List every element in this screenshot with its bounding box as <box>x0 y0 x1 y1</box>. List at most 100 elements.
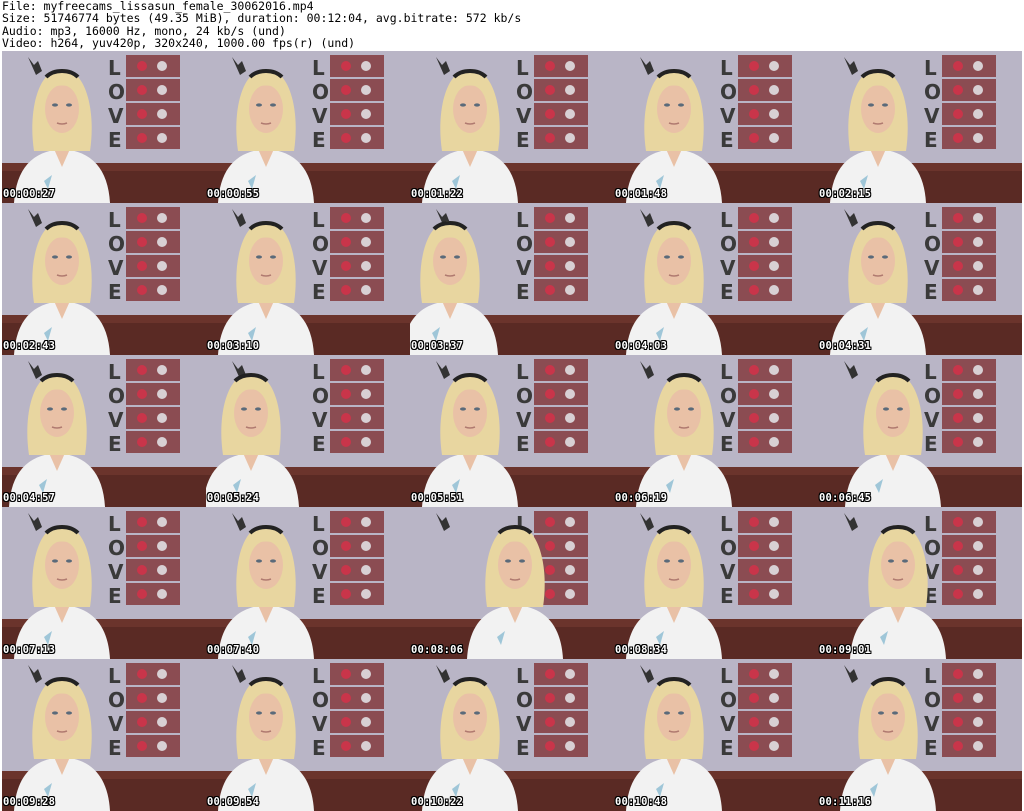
wall-letter-o: O <box>720 80 737 104</box>
wall-letter-v: V <box>516 256 532 280</box>
video-thumbnail: L O V E <box>818 203 1022 355</box>
video-thumbnail: L O V E <box>818 51 1022 203</box>
wall-letter-o: O <box>312 536 329 560</box>
wall-letter-o: O <box>924 688 941 712</box>
webcam-frame-image: L O V E <box>614 659 818 811</box>
thumbnail-timestamp: 00:09:54 <box>207 796 260 808</box>
video-thumbnail: L O V E <box>410 51 614 203</box>
wall-letter-l: L <box>720 512 733 536</box>
wall-letter-v: V <box>720 104 736 128</box>
webcam-frame-image: L O V E <box>206 51 410 203</box>
video-thumbnail: L O V E <box>614 659 818 811</box>
wall-letter-l: L <box>720 56 733 80</box>
wall-letter-o: O <box>108 536 125 560</box>
wall-letter-e: E <box>312 432 326 456</box>
thumbnail-timestamp: 00:09:28 <box>3 796 56 808</box>
webcam-frame-image: L O V E <box>818 51 1022 203</box>
wall-letter-v: V <box>720 256 736 280</box>
wall-letter-o: O <box>516 80 533 104</box>
wall-letter-l: L <box>312 208 325 232</box>
webcam-frame-image: L O V E <box>818 659 1022 811</box>
webcam-frame-image: L O V E <box>410 203 614 355</box>
wall-letter-l: L <box>924 360 937 384</box>
wall-letter-v: V <box>720 408 736 432</box>
wall-letter-v: V <box>924 256 940 280</box>
wall-letter-o: O <box>720 688 737 712</box>
wall-letter-o: O <box>720 536 737 560</box>
wall-letter-o: O <box>924 384 941 408</box>
wall-letter-v: V <box>108 104 124 128</box>
thumbnail-timestamp: 00:07:13 <box>3 644 56 656</box>
video-info-line: Video: h264, yuv420p, 320x240, 1000.00 f… <box>2 36 356 51</box>
wall-letter-l: L <box>720 208 733 232</box>
wall-letter-e: E <box>108 280 122 304</box>
file-info-header: File: myfreecams_lissasun_female_3006201… <box>2 0 521 50</box>
thumbnail-timestamp: 00:04:03 <box>615 340 668 352</box>
wall-letter-l: L <box>924 664 937 688</box>
wall-letter-e: E <box>720 584 734 608</box>
wall-letter-e: E <box>312 280 326 304</box>
video-thumbnail: L O V E <box>206 355 410 507</box>
thumbnail-timestamp: 00:05:24 <box>207 492 260 504</box>
thumbnail-timestamp: 00:10:48 <box>615 796 668 808</box>
thumbnail-timestamp: 00:01:48 <box>615 188 668 200</box>
wall-letter-e: E <box>516 128 530 152</box>
webcam-frame-image: L O V E <box>410 51 614 203</box>
wall-letter-o: O <box>516 688 533 712</box>
wall-letter-e: E <box>924 432 938 456</box>
webcam-frame-image: L O V E <box>410 355 614 507</box>
video-thumbnail: L O V E <box>2 203 206 355</box>
wall-letter-v: V <box>312 256 328 280</box>
wall-letter-e: E <box>720 736 734 760</box>
thumbnail-timestamp: 00:06:45 <box>819 492 872 504</box>
video-thumbnail: L O V E <box>410 507 614 659</box>
thumbnail-timestamp: 00:08:06 <box>411 644 464 656</box>
wall-letter-e: E <box>108 736 122 760</box>
wall-letter-e: E <box>924 128 938 152</box>
thumbnail-timestamp: 00:02:15 <box>819 188 872 200</box>
wall-letter-l: L <box>312 512 325 536</box>
wall-letter-l: L <box>924 208 937 232</box>
video-thumbnail: L O V E <box>410 203 614 355</box>
video-thumbnail: L O V E <box>410 355 614 507</box>
wall-letter-l: L <box>108 512 121 536</box>
wall-letter-o: O <box>312 80 329 104</box>
wall-letter-e: E <box>312 584 326 608</box>
wall-letter-e: E <box>108 128 122 152</box>
webcam-frame-image: L O V E <box>818 507 1022 659</box>
webcam-frame-image: L O V E <box>2 203 206 355</box>
wall-letter-e: E <box>720 280 734 304</box>
video-thumbnail: L O V E <box>206 51 410 203</box>
thumbnail-timestamp: 00:02:43 <box>3 340 56 352</box>
wall-letter-v: V <box>720 560 736 584</box>
wall-letter-l: L <box>720 360 733 384</box>
wall-letter-v: V <box>312 560 328 584</box>
wall-letter-o: O <box>924 232 941 256</box>
wall-letter-l: L <box>108 360 121 384</box>
webcam-frame-image: L O V E <box>206 203 410 355</box>
video-thumbnail: L O V E <box>2 51 206 203</box>
webcam-frame-image: L O V E <box>2 51 206 203</box>
wall-letter-e: E <box>108 432 122 456</box>
wall-letter-v: V <box>516 712 532 736</box>
thumbnail-timestamp: 00:00:55 <box>207 188 260 200</box>
wall-letter-v: V <box>312 408 328 432</box>
size-duration-line: Size: 51746774 bytes (49.35 MiB), durati… <box>2 11 522 26</box>
wall-letter-e: E <box>720 432 734 456</box>
wall-letter-v: V <box>516 408 532 432</box>
webcam-frame-image: L O V E <box>2 355 206 507</box>
thumbnail-timestamp: 00:07:40 <box>207 644 260 656</box>
webcam-frame-image: L O V E <box>206 355 410 507</box>
webcam-frame-image: L O V E <box>2 507 206 659</box>
wall-letter-l: L <box>312 360 325 384</box>
wall-letter-e: E <box>108 584 122 608</box>
wall-letter-l: L <box>516 360 529 384</box>
thumbnail-timestamp: 00:05:51 <box>411 492 464 504</box>
wall-letter-v: V <box>108 408 124 432</box>
video-thumbnail: L O V E <box>614 507 818 659</box>
video-thumbnail: L O V E <box>206 203 410 355</box>
webcam-frame-image: L O V E <box>818 355 1022 507</box>
thumbnail-timestamp: 00:10:22 <box>411 796 464 808</box>
wall-letter-l: L <box>720 664 733 688</box>
wall-letter-l: L <box>312 56 325 80</box>
